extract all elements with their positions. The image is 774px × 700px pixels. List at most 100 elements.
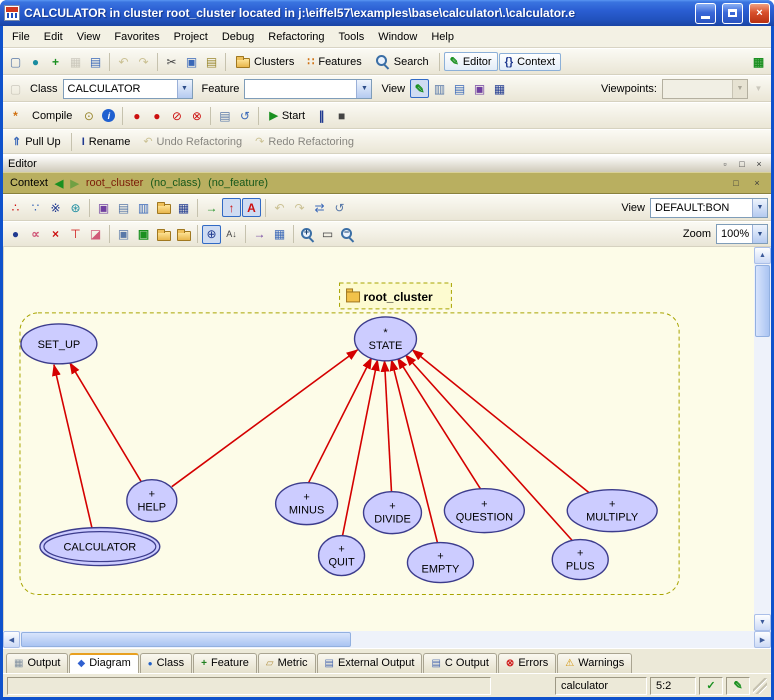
class-node-multiply[interactable]: +MULTIPLY: [567, 490, 657, 532]
tab-class[interactable]: ●Class: [140, 653, 192, 673]
save-image-icon[interactable]: ▣: [94, 198, 113, 217]
class-node-calculator[interactable]: CALCULATOR: [40, 528, 160, 566]
open-diagram-icon[interactable]: [154, 198, 173, 217]
class-node-plus[interactable]: +PLUS: [552, 540, 608, 580]
interface-view-icon[interactable]: ▦: [490, 79, 509, 98]
inheritance-edge-minus-to-state[interactable]: [309, 358, 372, 483]
crane-tool-icon[interactable]: ⊤: [66, 225, 85, 244]
add-icon[interactable]: +: [46, 52, 65, 71]
menu-favorites[interactable]: Favorites: [107, 28, 166, 46]
bon-diagram[interactable]: root_clusterSET_UP*STATE+HELPCALCULATOR+…: [4, 247, 754, 631]
inheritance-edge-multiply-to-state[interactable]: [412, 350, 590, 494]
export-icon[interactable]: ▥: [134, 198, 153, 217]
context-class[interactable]: (no_class): [150, 177, 201, 189]
add-label-tool-icon[interactable]: A: [242, 198, 261, 217]
basic-text-view-icon[interactable]: ✎: [410, 79, 429, 98]
debug-step-icon[interactable]: ↺: [235, 106, 254, 125]
pane-close-icon[interactable]: ×: [752, 157, 766, 171]
menu-view[interactable]: View: [70, 28, 108, 46]
debug-view-icon[interactable]: ▤: [215, 106, 234, 125]
clusters-button[interactable]: Clusters: [230, 52, 300, 71]
tab-c-output[interactable]: ▤C Output: [423, 653, 496, 673]
close-button[interactable]: ×: [749, 3, 770, 24]
remove-breakpoints-icon[interactable]: ⊗: [187, 106, 206, 125]
chevron-down-icon[interactable]: ▼: [752, 199, 767, 217]
start-button[interactable]: ▶ Start: [263, 106, 311, 125]
scroll-down-icon[interactable]: ▼: [754, 614, 771, 631]
cluster-tag-root-cluster[interactable]: root_cluster: [340, 283, 452, 309]
title-bar[interactable]: CALCULATOR in cluster root_cluster locat…: [0, 0, 774, 26]
menu-debug[interactable]: Debug: [215, 28, 261, 46]
layout-diagram-icon[interactable]: ⊛: [66, 198, 85, 217]
class-node-empty[interactable]: +EMPTY: [407, 543, 473, 583]
viewpoints-combobox[interactable]: ▼: [662, 79, 748, 99]
class-tool-icon[interactable]: ●: [6, 225, 25, 244]
history-forward-icon[interactable]: ▶: [70, 177, 78, 190]
melt-icon[interactable]: *: [6, 106, 25, 125]
undo-refactoring-button[interactable]: ↶ Undo Refactoring: [137, 132, 248, 151]
tab-output[interactable]: ▦Output: [6, 653, 68, 673]
flat-view-icon[interactable]: ▤: [450, 79, 469, 98]
pull-up-button[interactable]: ⇑ Pull Up: [6, 132, 67, 151]
compile-button[interactable]: Compile: [26, 107, 78, 125]
diagram-redo-icon[interactable]: ↷: [290, 198, 309, 217]
center-on-selected-icon[interactable]: →: [202, 198, 221, 217]
resize-grip[interactable]: [753, 678, 767, 694]
tab-errors[interactable]: ⊗Errors: [498, 653, 556, 673]
diagram-history-icon[interactable]: ↺: [330, 198, 349, 217]
crop-diagram-icon[interactable]: ※: [46, 198, 65, 217]
stop-icon[interactable]: ■: [332, 106, 351, 125]
maximize-button[interactable]: [722, 3, 743, 24]
delete-tool-icon[interactable]: ×: [46, 225, 65, 244]
tab-metric[interactable]: ▱Metric: [258, 653, 316, 673]
zoom-out-icon[interactable]: −: [338, 225, 357, 244]
document-back-icon[interactable]: ▢: [6, 79, 25, 98]
link-tool-icon[interactable]: ⇄: [310, 198, 329, 217]
horizontal-scrollbar[interactable]: ◀ ▶: [3, 631, 771, 648]
enable-breakpoints-icon[interactable]: ●: [127, 106, 146, 125]
new-window-icon[interactable]: ▦: [749, 52, 768, 71]
link-arrow-icon[interactable]: →: [250, 225, 269, 244]
supplier-tool-icon[interactable]: ∝: [26, 225, 45, 244]
menu-project[interactable]: Project: [167, 28, 215, 46]
vertical-scroll-track[interactable]: [754, 338, 771, 614]
redo-refactoring-button[interactable]: ↷ Redo Refactoring: [249, 132, 360, 151]
inheritance-edge-help-to-set_up[interactable]: [70, 363, 142, 483]
redo-icon[interactable]: ↷: [134, 52, 153, 71]
class-node-divide[interactable]: +DIVIDE: [364, 492, 422, 534]
context-toggle-button[interactable]: {} Context: [499, 53, 561, 71]
horizontal-scroll-track[interactable]: [20, 631, 754, 648]
class-node-set_up[interactable]: SET_UP: [21, 324, 97, 364]
vertical-scroll-thumb[interactable]: [755, 265, 770, 337]
class-node-state[interactable]: *STATE: [355, 317, 417, 361]
az-sort-icon[interactable]: A↓: [222, 225, 241, 244]
print-diagram-icon[interactable]: ▤: [114, 198, 133, 217]
vertical-scrollbar[interactable]: ▲ ▼: [754, 247, 771, 631]
menu-window[interactable]: Window: [371, 28, 424, 46]
rename-button[interactable]: I Rename: [76, 133, 137, 151]
ignore-breakpoints-icon[interactable]: ●: [147, 106, 166, 125]
class-combobox[interactable]: CALCULATOR ▼: [63, 79, 193, 99]
contract-view-icon[interactable]: ▣: [470, 79, 489, 98]
windows-icon[interactable]: ▣: [114, 225, 133, 244]
menu-edit[interactable]: Edit: [37, 28, 70, 46]
chevron-down-icon[interactable]: ▼: [356, 80, 371, 98]
menu-help[interactable]: Help: [424, 28, 461, 46]
folder-in-icon[interactable]: [154, 225, 173, 244]
new-document-icon[interactable]: ▢: [6, 52, 25, 71]
inheritance-edge-divide-to-state[interactable]: [384, 361, 391, 492]
fit-to-screen-icon[interactable]: ▭: [318, 225, 337, 244]
undo-icon[interactable]: ↶: [114, 52, 133, 71]
folder-up-icon[interactable]: [174, 225, 193, 244]
clickable-view-icon[interactable]: ▥: [430, 79, 449, 98]
horizontal-scroll-thumb[interactable]: [21, 632, 351, 647]
pane-float-icon[interactable]: ▫: [718, 157, 732, 171]
feature-combobox[interactable]: ▼: [244, 79, 372, 99]
toolbar-overflow-icon[interactable]: ▼: [749, 79, 768, 98]
diagram-canvas[interactable]: root_clusterSET_UP*STATE+HELPCALCULATOR+…: [3, 247, 754, 631]
zoom-in-icon[interactable]: +: [298, 225, 317, 244]
chevron-down-icon[interactable]: ▼: [752, 225, 767, 243]
context-close-icon[interactable]: ×: [750, 176, 764, 190]
open-icon[interactable]: ●: [26, 52, 45, 71]
tab-external-output[interactable]: ▤External Output: [317, 653, 423, 673]
